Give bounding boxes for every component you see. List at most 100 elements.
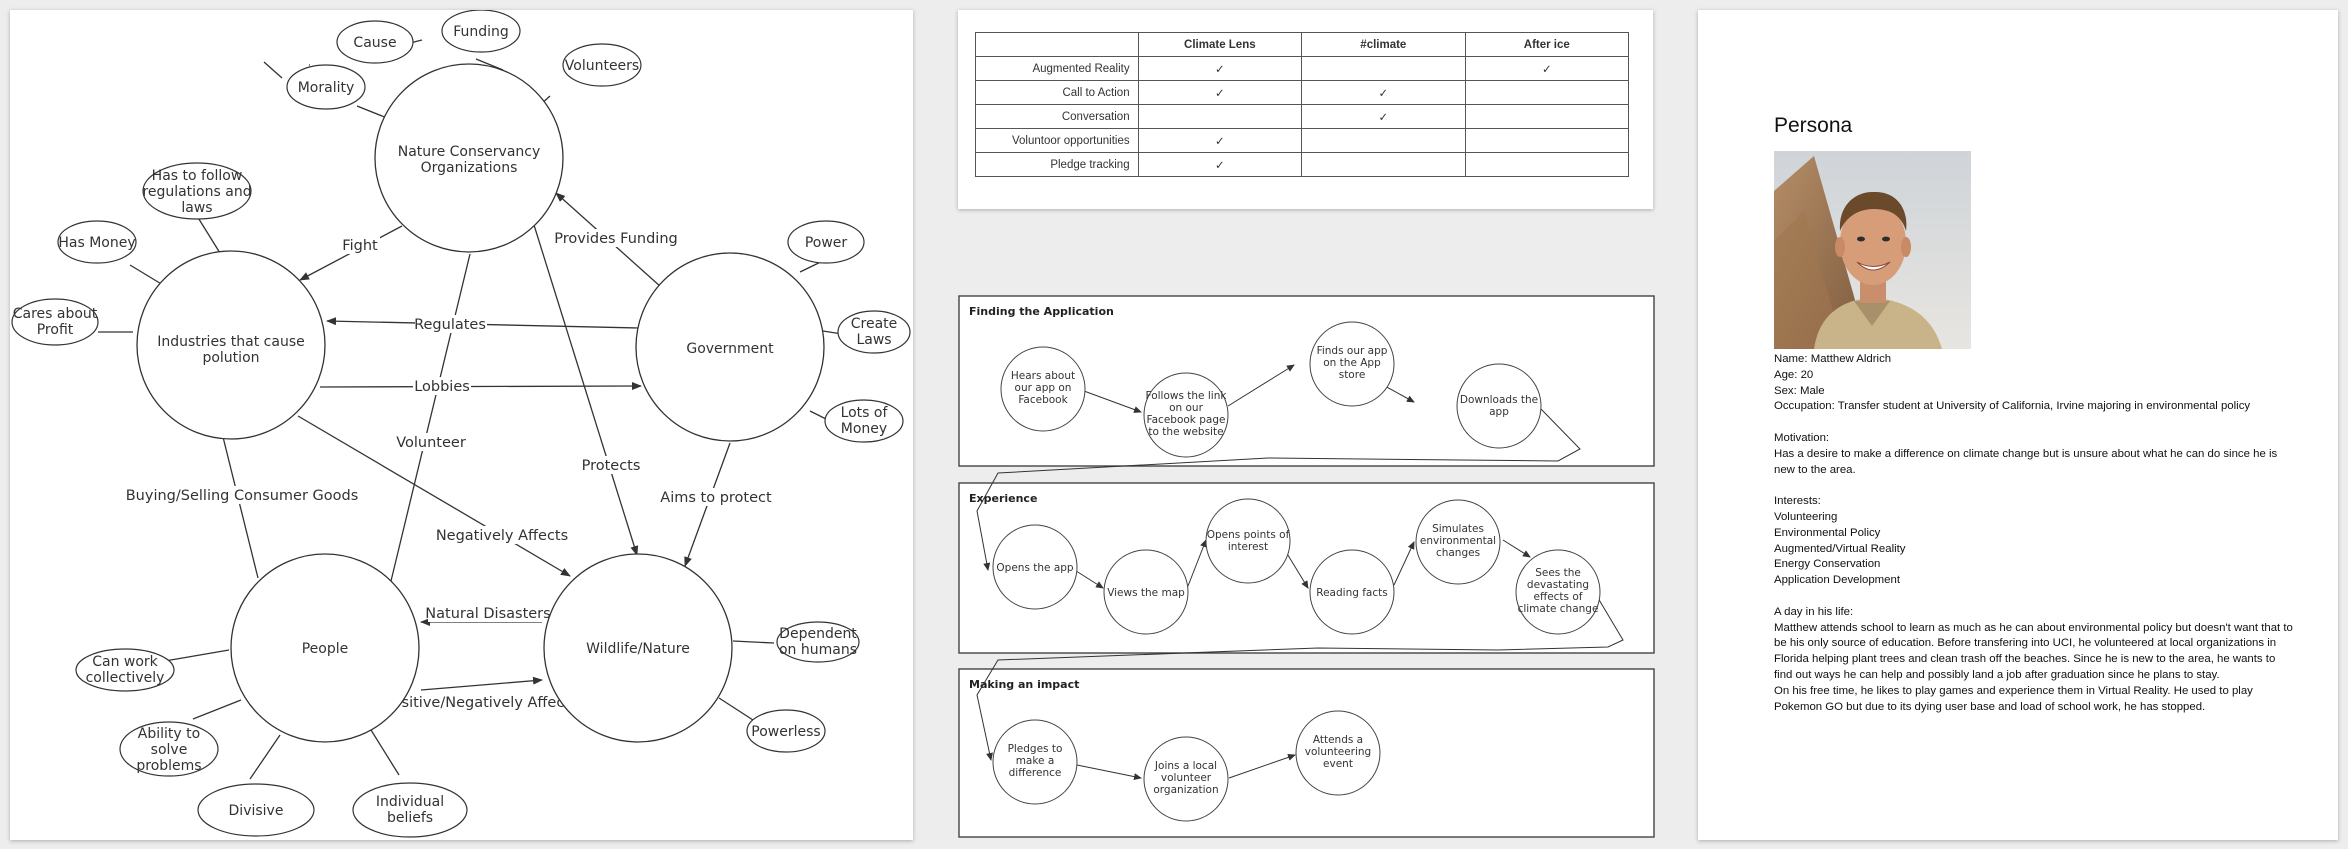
persona-interest-item: Environmental Policy [1774,526,1881,539]
persona-day-paragraph-1: Matthew attends school to learn as much … [1774,621,2293,681]
check-cell [1464,80,1630,105]
concept-map: Fight Provides Funding Regulates Lobbies… [11,9,911,838]
persona-title: Persona [1774,114,1853,137]
journey-step-text: volunteering [1305,746,1371,758]
node-label-nature-2: Organizations [421,160,518,176]
attr-create-laws-l2: Laws [856,332,891,348]
node-label-industries-2: polution [202,350,259,366]
persona-photo-image [1774,151,1971,349]
node-label-wildlife: Wildlife/Nature [586,641,690,657]
journey-step-text: Joins a local [1154,760,1217,772]
journey-step-text: make a [1016,755,1055,767]
attr-individual-l2: beliefs [387,810,433,826]
attr-create-laws-l1: Create [851,316,898,332]
attr-can-work-l2: collectively [86,670,165,686]
journey-step-text: Finds our app [1317,345,1388,357]
journey-step-text: interest [1228,541,1268,553]
check-cell: ✓ [1301,104,1466,129]
node-label-nature-1: Nature Conservancy [398,144,541,160]
check-cell: ✓ [1137,56,1303,81]
attr-has-to-follow-l1: Has to follow [152,168,243,184]
concept-map-panel: Fight Provides Funding Regulates Lobbies… [10,9,913,840]
attr-can-work-l1: Can work [92,654,158,670]
attr-ability-l2: solve [151,742,188,758]
journey-step-text: to the website [1148,426,1223,438]
attr-ability-l1: Ability to [138,726,200,742]
persona-interest-item: Application Development [1774,574,1901,587]
attr-cause-label: Cause [353,35,396,51]
check-cell [1301,56,1466,81]
node-label-people: People [302,641,349,657]
journey-step-text: difference [1009,767,1062,779]
journey-step-text: on the App [1323,357,1381,369]
comparison-table: Climate Lens #climate After ice Augmente… [975,32,1630,177]
edge-label-positive-negatively-line1: Positive/Negatively Affects [384,695,577,711]
attr-lots-of-money-l1: Lots of [841,405,889,421]
journey-step-text: app [1489,406,1509,418]
journey-step-text: devastating [1527,579,1589,591]
journey-step-text: changes [1436,547,1480,559]
edge-label-lobbies: Lobbies [414,379,470,395]
attr-dependent-l1: Dependent [779,626,857,642]
attr-ability-l3: problems [136,758,201,774]
persona-motivation-heading: Motivation: [1774,431,1830,444]
attr-dependent-l2: on humans [779,642,857,658]
persona-details: Name: Matthew Aldrich Age: 20 Sex: Male … [1774,352,2294,715]
edge-label-provides-funding: Provides Funding [554,231,677,247]
table-row: Augmented Reality ✓ ✓ [975,56,1630,81]
journey-step-text: Hears about [1011,370,1075,382]
journey-step-text: Reading facts [1316,587,1387,599]
check-cell [1464,152,1630,177]
table-row: Voluntoor opportunities ✓ [975,128,1630,153]
persona-day-paragraph-2: On his free time, he likes to play games… [1774,684,2253,713]
check-cell: ✓ [1137,80,1303,105]
journey-step-text: environmental [1420,535,1496,547]
edge-label-protects: Protects [582,458,641,474]
table-header-blank [975,32,1139,57]
attr-has-to-follow-l3: laws [181,200,212,216]
persona-interests-heading: Interests: [1774,495,1821,508]
journey-step-text: Sees the [1535,567,1581,579]
journey-section-title: Experience [969,492,1037,505]
edge-label-positive-negatively: Positive/Negatively Affects [384,695,577,711]
attr-funding-label: Funding [453,24,509,40]
row-label: Voluntoor opportunities [975,128,1139,153]
persona-motivation: Has a desire to make a difference on cli… [1774,447,2278,476]
persona-age: Age: 20 [1774,368,1814,381]
attr-cares-about-profit-l2: Profit [37,322,74,338]
check-cell [1137,104,1303,129]
check-cell [1464,104,1630,129]
journey-step-text: Follows the link [1146,390,1228,402]
journey-step-text: Attends a [1313,734,1363,746]
journey-step-text: Facebook page [1147,414,1226,426]
attr-lots-of-money-l2: Money [841,421,887,437]
journey-step-text: Opens points of [1207,529,1290,541]
row-label: Call to Action [975,80,1139,105]
check-cell [1301,152,1466,177]
persona-occupation: Occupation: Transfer student at Universi… [1774,400,2251,413]
persona-photo [1774,151,1971,349]
row-label: Conversation [975,104,1139,129]
journey-step-text: Downloads the [1460,394,1538,406]
attr-individual-l1: Individual [376,794,444,810]
journey-section-title: Finding the Application [969,305,1114,318]
check-cell: ✓ [1137,152,1303,177]
edge-label-regulates: Regulates [414,317,486,333]
journey-panel: Finding the Application Experience Makin… [958,295,1656,840]
persona-interest-item: Energy Conservation [1774,558,1881,571]
table-row: Pledge tracking ✓ [975,152,1630,177]
check-cell [1464,128,1630,153]
check-cell: ✓ [1464,56,1630,81]
persona-panel: Persona Name: Matthew Aldrich Age: 20 Se… [1698,10,2338,840]
table-header-row: Climate Lens #climate After ice [975,32,1630,57]
attr-has-money-label: Has Money [58,235,135,251]
edge-label-volunteer: Volunteer [396,435,466,451]
journey-step-text: Pledges to [1008,743,1063,755]
comparison-panel: Climate Lens #climate After ice Augmente… [958,10,1653,209]
edge-label-aims-to-protect: Aims to protect [660,490,772,506]
table-header-climate-lens: Climate Lens [1137,32,1303,57]
journey-step-text: effects of [1534,591,1583,603]
edge-label-negatively-affects: Negatively Affects [436,528,568,544]
check-cell: ✓ [1301,80,1466,105]
edge-label-fight: Fight [342,238,378,254]
